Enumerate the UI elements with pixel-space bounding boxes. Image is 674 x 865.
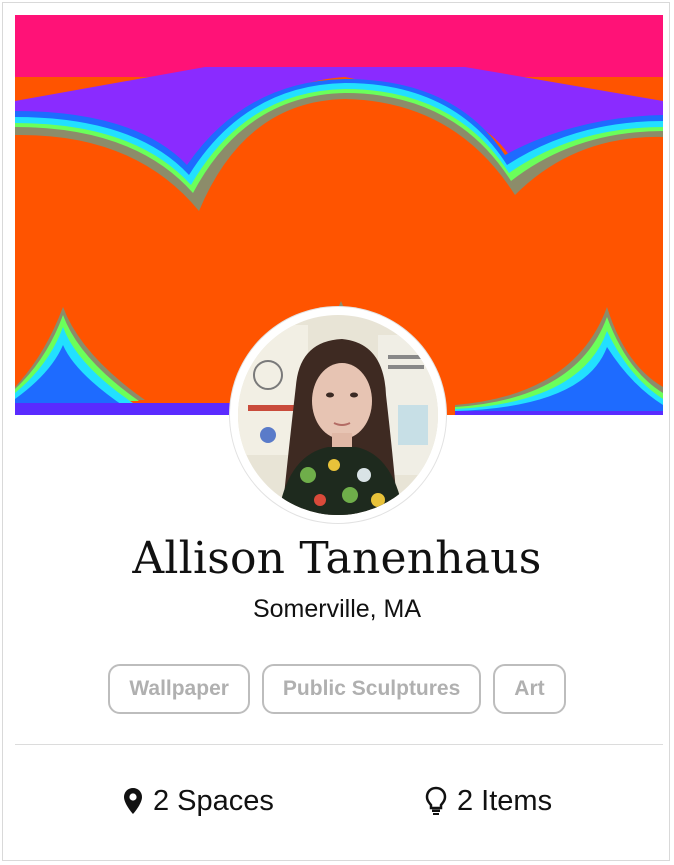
items-label: 2 Items <box>457 784 553 817</box>
lightbulb-icon <box>425 786 447 816</box>
divider <box>15 744 663 745</box>
profile-name: Allison Tanenhaus <box>132 533 542 584</box>
profile-card: Allison Tanenhaus Somerville, MA Wallpap… <box>2 2 670 861</box>
tag-list: Wallpaper Public Sculptures Art <box>3 664 671 714</box>
spaces-label: 2 Spaces <box>153 784 274 817</box>
profile-location: Somerville, MA <box>252 595 422 623</box>
tag-public-sculptures[interactable]: Public Sculptures <box>261 664 482 714</box>
tag-art[interactable]: Art <box>493 664 566 714</box>
items-stat[interactable]: 2 Items <box>425 781 552 821</box>
spaces-stat[interactable]: 2 Spaces <box>123 781 274 821</box>
avatar[interactable] <box>230 307 446 523</box>
avatar-photo <box>238 315 438 515</box>
tag-wallpaper[interactable]: Wallpaper <box>108 664 250 714</box>
map-pin-icon <box>123 787 143 815</box>
